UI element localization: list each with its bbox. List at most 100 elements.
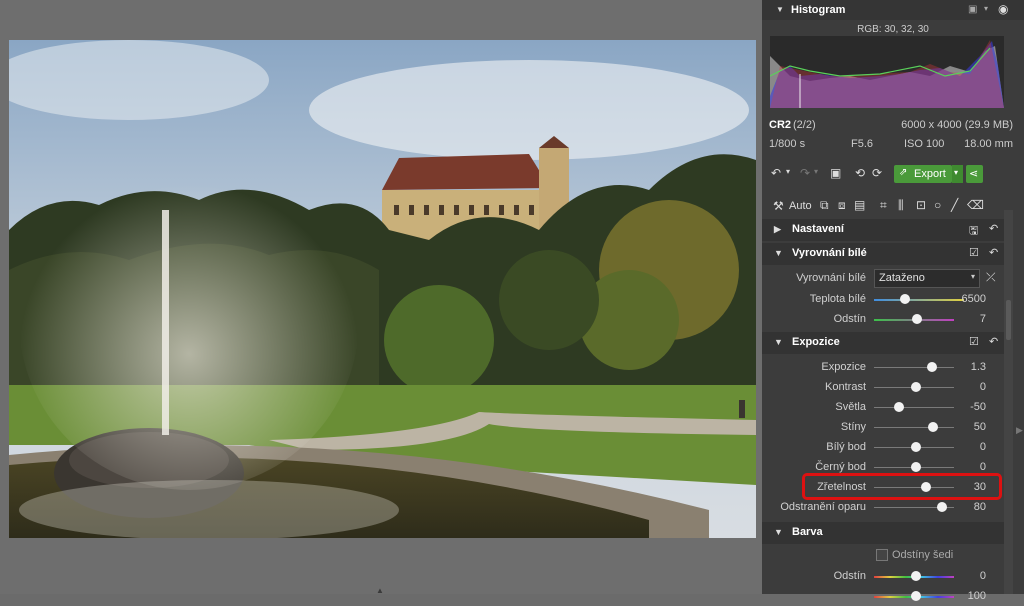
grayscale-label: Odstíny šedi [892, 549, 954, 561]
slider-track[interactable] [874, 427, 954, 428]
slider-label: Kontrast [825, 381, 866, 393]
grayscale-checkbox[interactable] [876, 549, 888, 561]
redo-icon[interactable]: ↷ [800, 166, 810, 180]
rgb-readout: RGB: 30, 32, 30 [857, 24, 929, 35]
focal-length: 18.00 mm [964, 138, 1013, 150]
eraser-icon[interactable]: ⌫ [967, 198, 984, 212]
checkbox-icon[interactable]: ☑ [969, 246, 979, 259]
temperature-value[interactable]: 6500 [962, 293, 986, 305]
white-balance-row: Vyrovnání bílé Zataženo ▾ ⤫ [762, 268, 1012, 288]
paste-icon[interactable]: ⧈ [838, 198, 846, 213]
temperature-track[interactable] [874, 299, 964, 301]
image-compare-icon[interactable]: ▣ [830, 166, 841, 180]
section-title: Vyrovnání bílé [792, 247, 867, 259]
slider-row: Světla -50 [762, 397, 1012, 417]
histogram-graph [770, 36, 1004, 108]
eyedropper-icon[interactable]: ⤫ [986, 270, 996, 285]
tint-label: Odstín [833, 313, 866, 325]
section-barva[interactable]: ▼ Barva [762, 522, 1012, 544]
collapse-icon: ▼ [774, 527, 783, 537]
slider-value[interactable]: 0 [980, 461, 986, 473]
slider-knob[interactable] [928, 422, 938, 432]
brush-icon[interactable]: ╱ [951, 198, 958, 212]
photo-preview[interactable] [9, 40, 756, 538]
chevron-down-icon[interactable]: ▾ [984, 4, 988, 13]
histogram-header[interactable]: ▼ Histogram ▣ ▾ ◉ [762, 0, 1024, 20]
copy-icon[interactable]: ⧉ [820, 198, 829, 213]
hue-value[interactable]: 0 [980, 570, 986, 582]
section-title: Barva [792, 526, 823, 538]
slider-label: Stíny [840, 421, 866, 433]
tint-knob[interactable] [912, 314, 922, 324]
slider-label: Odstranění oparu [780, 501, 866, 513]
export-button[interactable]: ⇗ Export [894, 165, 952, 183]
section-vyrovnani-bile[interactable]: ▼ Vyrovnání bílé ☑ ↶ [762, 243, 1012, 265]
slider-value[interactable]: 50 [974, 421, 986, 433]
redo-history-icon[interactable]: ▾ [814, 167, 818, 176]
slider-value[interactable]: 0 [980, 441, 986, 453]
slider-row: Odstranění oparu 80 [762, 497, 1012, 517]
slider-knob[interactable] [911, 442, 921, 452]
scrollbar-thumb[interactable] [1006, 300, 1011, 340]
slider-value[interactable]: -50 [970, 401, 986, 413]
aperture: F5.6 [851, 138, 874, 150]
paste-selected-icon[interactable]: ▤ [854, 198, 865, 212]
collapse-icon[interactable]: ▼ [776, 5, 784, 14]
section-expozice[interactable]: ▼ Expozice ☑ ↶ [762, 332, 1012, 354]
file-index: (2/2) [793, 119, 816, 131]
rotate-left-icon[interactable]: ⟲ [855, 166, 865, 180]
panel-toggle-icon[interactable]: ▶ [1016, 425, 1023, 436]
slider-row: Bílý bod 0 [762, 437, 1012, 457]
slider-label: Černý bod [815, 461, 866, 473]
save-preset-icon[interactable]: 🖫 [969, 222, 978, 241]
slider-knob[interactable] [911, 462, 921, 472]
crop-icon[interactable]: ⌗ [880, 198, 887, 213]
slider-label: Expozice [821, 361, 866, 373]
share-button[interactable]: ⋖ [966, 165, 983, 183]
reset-icon[interactable]: ↶ [989, 246, 998, 259]
tint-value[interactable]: 7 [980, 313, 986, 325]
slider-track[interactable] [874, 407, 954, 408]
photo-image [9, 40, 756, 538]
settings-icon[interactable]: ◉ [998, 2, 1008, 16]
slider-track[interactable] [874, 367, 954, 368]
slider-knob[interactable] [911, 382, 921, 392]
slider-knob[interactable] [937, 502, 947, 512]
saturation-row: 100 [762, 586, 1012, 606]
perspective-icon[interactable]: ⫼ [898, 198, 904, 213]
section-title: Nastavení [792, 223, 844, 235]
saturation-knob[interactable] [911, 591, 921, 601]
reset-icon[interactable]: ↶ [989, 335, 998, 348]
slider-knob[interactable] [894, 402, 904, 412]
slider-value[interactable]: 1.3 [971, 361, 986, 373]
temperature-label: Teplota bílé [809, 293, 866, 305]
export-menu-button[interactable]: ▾ [952, 165, 963, 183]
slider-label: Světla [835, 401, 866, 413]
radial-filter-icon[interactable]: ○ [934, 198, 941, 212]
slider-label: Bílý bod [826, 441, 866, 453]
histogram-mode-icon[interactable]: ▣ [968, 4, 977, 15]
slider-value[interactable]: 0 [980, 381, 986, 393]
slider-value[interactable]: 80 [974, 501, 986, 513]
reset-icon[interactable]: ↶ [989, 222, 998, 235]
file-format: CR2 [769, 119, 792, 131]
expand-icon: ▶ [774, 224, 781, 234]
text-tool-icon[interactable]: ⊡ [916, 198, 926, 212]
white-balance-select[interactable]: Zataženo ▾ [874, 269, 980, 288]
panel-scrollbar[interactable] [1004, 210, 1013, 594]
slider-row: Stíny 50 [762, 417, 1012, 437]
slider-knob[interactable] [927, 362, 937, 372]
hue-knob[interactable] [911, 571, 921, 581]
undo-history-icon[interactable]: ▾ [786, 167, 790, 176]
image-canvas[interactable]: ▲ [0, 0, 762, 595]
section-nastaveni[interactable]: ▶ Nastavení 🖫 ↶ [762, 219, 1012, 241]
temperature-knob[interactable] [900, 294, 910, 304]
auto-wand-icon[interactable]: ⚒ [773, 199, 784, 213]
undo-icon[interactable]: ↶ [771, 166, 781, 180]
hue-label: Odstín [833, 570, 866, 582]
saturation-value[interactable]: 100 [968, 590, 986, 602]
rotate-right-icon[interactable]: ⟳ [872, 166, 882, 180]
checkbox-icon[interactable]: ☑ [969, 335, 979, 348]
export-label: Export [914, 168, 946, 180]
auto-button[interactable]: Auto [789, 200, 812, 212]
